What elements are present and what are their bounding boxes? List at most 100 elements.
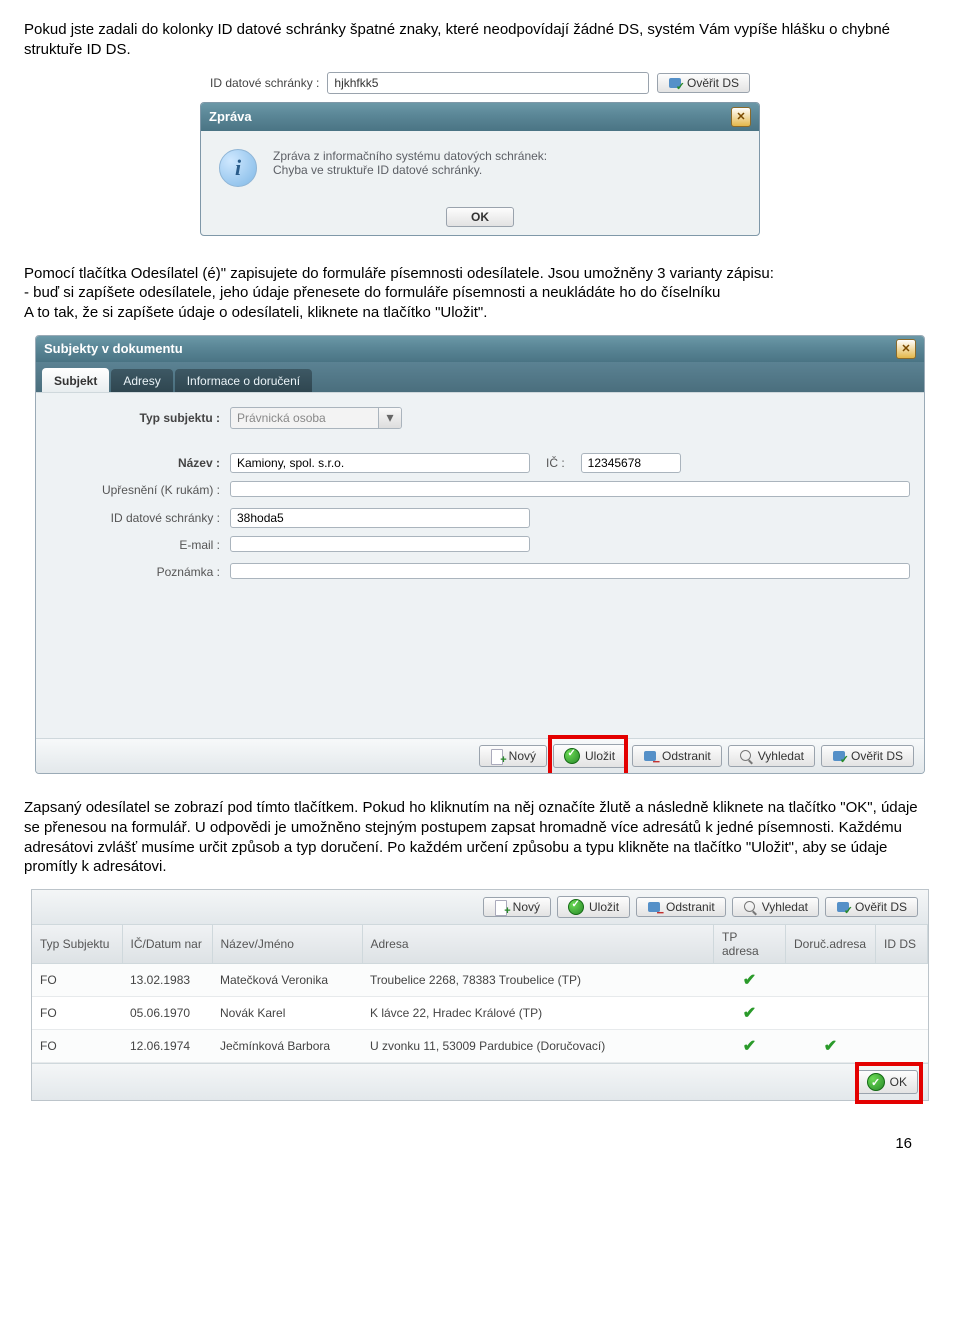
verify-icon [668,76,682,90]
table-cell: Novák Karel [212,997,362,1030]
tab-subjekt[interactable]: Subjekt [42,368,109,392]
delete-icon [647,900,661,914]
novy-label: Nový [513,900,540,914]
vyhledat-button[interactable]: Vyhledat [732,897,819,917]
col-tp[interactable]: TP adresa [714,925,786,964]
toolbar-top: Nový Uložit Odstranit Vyhledat Ověřit DS [32,890,928,925]
message-dialog-title: Zpráva [209,109,252,124]
odstranit-button[interactable]: Odstranit [632,745,722,767]
table-cell: 13.02.1983 [122,964,212,997]
label-typ-subjektu: Typ subjektu : [140,411,220,425]
close-icon[interactable]: ✕ [731,107,751,127]
toolbar-bottom: Nový Uložit Odstranit Vyhledat Ověřit DS [36,738,924,773]
nazev-input[interactable]: Kamiony, spol. s.r.o. [230,453,530,473]
table-cell [876,997,928,1030]
form-area: Typ subjektu : Právnická osoba ▾ Název :… [36,392,924,738]
subjekty-title: Subjekty v dokumentu [44,341,183,356]
idds-input[interactable]: 38hoda5 [230,508,530,528]
ulozit-button[interactable]: Uložit [553,744,626,768]
addresee-table: Typ Subjektu IČ/Datum nar Název/Jméno Ad… [32,925,928,1063]
new-icon [490,749,504,763]
paragraph-3: - buď si zapíšete odesílatele, jeho údaj… [24,283,936,303]
paragraph-4: A to tak, že si zapíšete údaje o odesíla… [24,303,936,323]
table-cell: FO [32,997,122,1030]
table-row[interactable]: FO05.06.1970Novák KarelK lávce 22, Hrade… [32,997,928,1030]
info-icon: i [219,149,257,187]
screenshot-table: Nový Uložit Odstranit Vyhledat Ověřit DS… [31,889,929,1101]
table-row[interactable]: FO12.06.1974Ječmínková BarboraU zvonku 1… [32,1030,928,1063]
id-ds-field[interactable]: hjkhfkk5 [327,72,649,94]
ic-input[interactable]: 12345678 [581,453,681,473]
delete-icon [643,749,657,763]
close-icon[interactable]: ✕ [896,339,916,359]
label-nazev: Název : [178,456,220,470]
table-cell: ✔ [714,997,786,1030]
novy-button[interactable]: Nový [483,897,551,917]
col-nazev[interactable]: Název/Jméno [212,925,362,964]
paragraph-2: Pomocí tlačítka Odesílatel (é)" zapisuje… [24,264,936,284]
check-icon: ✔ [743,1005,756,1022]
email-input[interactable] [230,536,530,552]
col-doruc[interactable]: Doruč.adresa [786,925,876,964]
ok-label: OK [890,1075,907,1089]
label-upresneni: Upřesnění (K rukám) : [50,483,230,497]
screenshot-zprava-dialog: ID datové schránky : hjkhfkk5 Ověřit DS … [200,72,760,236]
chevron-down-icon: ▾ [378,408,401,428]
footer-bar: OK [32,1063,928,1100]
odstranit-label: Odstranit [662,749,711,763]
save-icon [564,748,580,764]
table-header-row: Typ Subjektu IČ/Datum nar Název/Jméno Ad… [32,925,928,964]
search-icon [743,900,757,914]
table-cell: Matečková Veronika [212,964,362,997]
novy-button[interactable]: Nový [479,745,547,767]
overit-ds-button[interactable]: Ověřit DS [821,745,914,767]
verify-icon [836,900,850,914]
message-dialog-text: Zpráva z informačního systému datových s… [273,149,547,177]
label-idds: ID datové schránky : [50,511,230,525]
overit-ds-button[interactable]: Ověřit DS [825,897,918,917]
ulozit-label: Uložit [585,749,615,763]
table-cell [876,964,928,997]
odstranit-button[interactable]: Odstranit [636,897,726,917]
verify-ds-label: Ověřit DS [687,76,739,90]
col-adresa[interactable]: Adresa [362,925,714,964]
table-cell: 05.06.1970 [122,997,212,1030]
table-cell [876,1030,928,1063]
ulozit-button[interactable]: Uložit [557,896,630,918]
page-number: 16 [24,1135,912,1152]
check-icon: ✔ [743,972,756,989]
new-icon [494,900,508,914]
table-cell: ✔ [786,1030,876,1063]
verify-icon [832,749,846,763]
ok-icon [867,1073,885,1091]
table-cell [786,997,876,1030]
odstranit-label: Odstranit [666,900,715,914]
verify-ds-button[interactable]: Ověřit DS [657,73,750,93]
paragraph-5: Zapsaný odesílatel se zobrazí pod tímto … [24,798,936,877]
tab-informace[interactable]: Informace o doručení [175,369,312,392]
col-typ[interactable]: Typ Subjektu [32,925,122,964]
check-icon: ✔ [743,1038,756,1055]
ulozit-label: Uložit [589,900,619,914]
tab-adresy[interactable]: Adresy [111,369,172,392]
check-icon: ✔ [824,1038,837,1055]
ok-button[interactable]: OK [446,207,514,227]
table-row[interactable]: FO13.02.1983Matečková VeronikaTroubelice… [32,964,928,997]
table-cell [786,964,876,997]
overit-label: Ověřit DS [855,900,907,914]
poznamka-input[interactable] [230,563,910,579]
vyhledat-button[interactable]: Vyhledat [728,745,815,767]
typ-subjektu-select[interactable]: Právnická osoba ▾ [230,407,402,429]
table-cell: 12.06.1974 [122,1030,212,1063]
upresneni-input[interactable] [230,481,910,497]
label-poznamka: Poznámka : [50,565,230,579]
ok-button[interactable]: OK [856,1070,918,1094]
table-cell: Ječmínková Barbora [212,1030,362,1063]
table-cell: K lávce 22, Hradec Králové (TP) [362,997,714,1030]
col-idds[interactable]: ID DS [876,925,928,964]
table-cell: Troubelice 2268, 78383 Troubelice (TP) [362,964,714,997]
save-icon [568,899,584,915]
overit-label: Ověřit DS [851,749,903,763]
message-dialog: Zpráva ✕ i Zpráva z informačního systému… [200,102,760,236]
col-icdatum[interactable]: IČ/Datum nar [122,925,212,964]
